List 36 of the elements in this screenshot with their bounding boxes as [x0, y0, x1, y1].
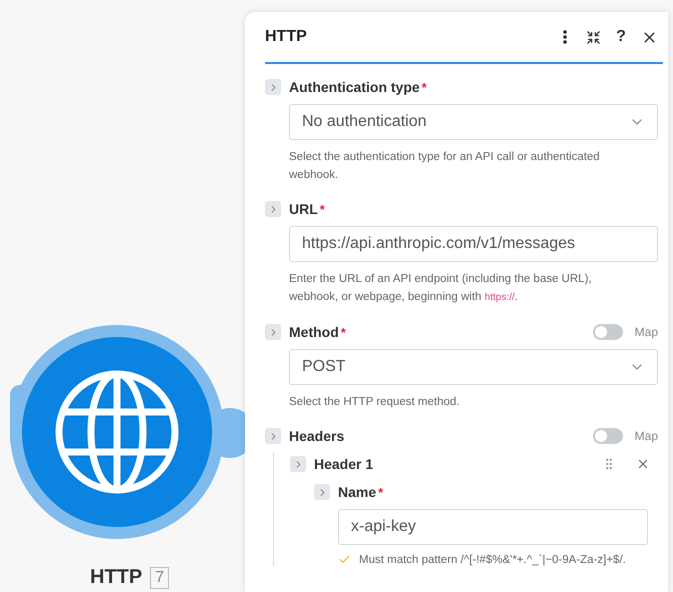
map-label: Map — [634, 429, 658, 443]
expand-button[interactable] — [265, 201, 281, 217]
arrows-inward-icon — [586, 30, 600, 44]
help-button[interactable]: ? — [607, 26, 635, 48]
expand-button[interactable] — [265, 428, 281, 444]
expand-button[interactable] — [290, 456, 306, 472]
help-text: Select the HTTP request method. — [289, 395, 460, 410]
input-field[interactable]: x-api-key — [338, 509, 648, 545]
help-text: Enter the URL of an API endpoint (including the base URL), webhook, or webpage, beginning with https://. — [289, 272, 593, 305]
expand-button[interactable] — [265, 79, 281, 95]
required-label: * — [422, 80, 427, 94]
field-label: Headers — [289, 428, 344, 444]
map-toggle[interactable] — [592, 324, 623, 340]
expand-button[interactable] — [265, 324, 281, 340]
item-label: Header 1 — [314, 456, 374, 472]
field-label: URL — [289, 201, 318, 217]
more-icon — [563, 30, 567, 44]
map-label: Map — [634, 325, 658, 339]
required-label: * — [320, 202, 325, 216]
input-field[interactable]: https://api.anthropic.com/v1/messages — [289, 226, 658, 262]
required-label: * — [378, 484, 384, 500]
module-name: HTTP — [90, 566, 142, 589]
map-toggle[interactable] — [592, 428, 623, 444]
required-label: * — [340, 324, 346, 340]
expand-button[interactable] — [314, 484, 330, 500]
help-text: Select the authentication type for an API call or authenticated webhook. — [289, 150, 601, 183]
remove-icon[interactable] — [636, 457, 650, 471]
select-field[interactable]: No authentication — [289, 104, 658, 140]
module-number: 7 — [150, 566, 170, 588]
field-label: Authentication type — [289, 79, 420, 95]
help-link[interactable]: https:// — [484, 292, 515, 303]
field-label: Name — [338, 484, 376, 500]
select-field[interactable]: POST — [289, 349, 658, 385]
validation-text: Must match pattern /^[-!#$%&'*+.^_`|~0-9A-Za-z]+$/. — [359, 554, 626, 566]
panel-title: HTTP — [265, 28, 308, 46]
field-label: Method — [289, 324, 339, 340]
